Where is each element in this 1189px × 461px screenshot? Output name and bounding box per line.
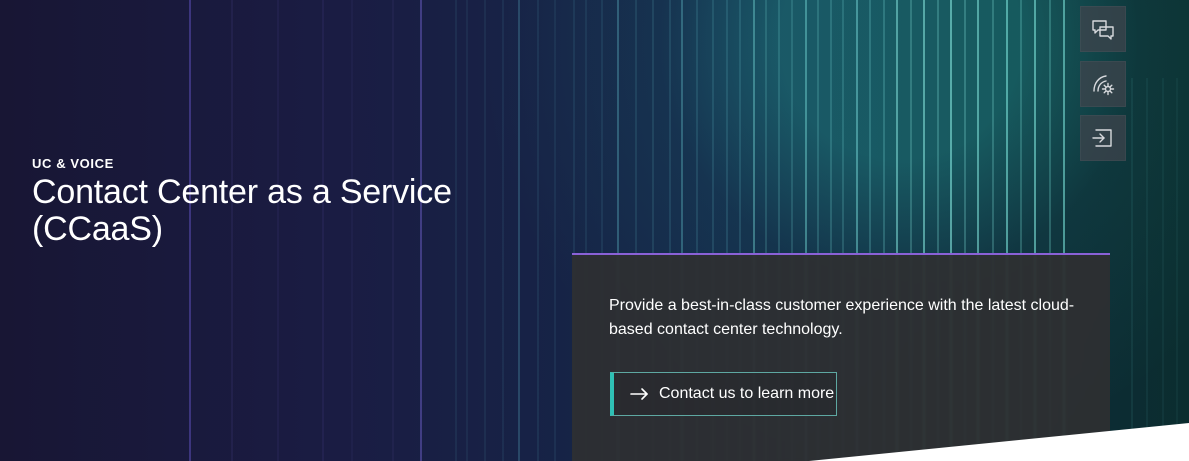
hero-info-panel: Provide a best-in-class customer experie… bbox=[572, 253, 1110, 461]
hero-description-line-1: Provide a best-in-class customer experie… bbox=[609, 297, 1075, 314]
support-button[interactable] bbox=[1080, 61, 1126, 107]
chat-bubbles-icon bbox=[1090, 16, 1116, 42]
forward-box-icon bbox=[1090, 125, 1116, 151]
hero-description-line-2: based contact center technology. bbox=[609, 321, 843, 338]
page-title-line-1: Contact Center as a Service bbox=[32, 173, 452, 211]
category-eyebrow: UC & VOICE bbox=[32, 156, 114, 171]
floating-action-toolbar bbox=[1080, 6, 1126, 161]
contact-cta-button[interactable]: Contact us to learn more bbox=[610, 372, 837, 416]
forward-button[interactable] bbox=[1080, 115, 1126, 161]
page-title: Contact Center as a Service (CCaaS) bbox=[32, 174, 452, 248]
contact-cta-label: Contact us to learn more bbox=[659, 385, 835, 402]
hero-banner: UC & VOICE Contact Center as a Service (… bbox=[0, 0, 1189, 461]
hero-description: Provide a best-in-class customer experie… bbox=[609, 294, 1077, 342]
page-title-line-2: (CCaaS) bbox=[32, 210, 163, 248]
chat-button[interactable] bbox=[1080, 6, 1126, 52]
arrow-right-icon bbox=[630, 387, 650, 401]
signal-sun-icon bbox=[1090, 71, 1116, 97]
